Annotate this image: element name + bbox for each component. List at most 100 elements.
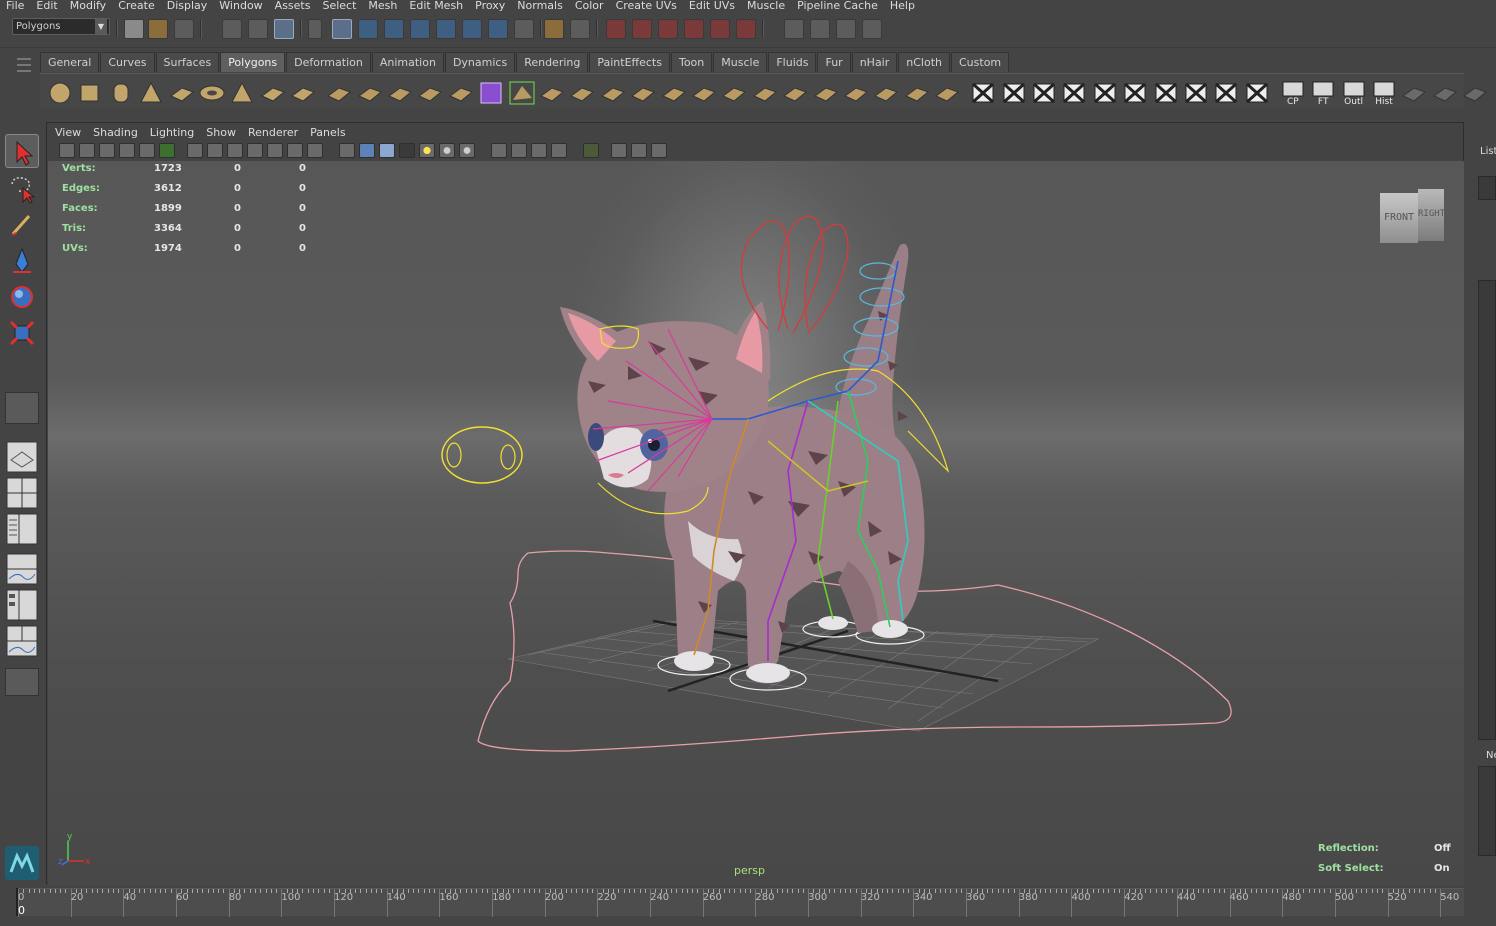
custom-layout-dropdown[interactable] <box>5 668 39 696</box>
uv-texture-editor-icon[interactable] <box>1091 80 1119 106</box>
depth-of-field-icon[interactable] <box>531 143 547 158</box>
menu-edit-mesh[interactable]: Edit Mesh <box>403 0 469 12</box>
resolution-gate-icon[interactable] <box>227 143 243 158</box>
fill-hole-icon[interactable] <box>903 80 931 106</box>
menu-window[interactable]: Window <box>213 0 268 12</box>
field-chart-icon[interactable] <box>267 143 283 158</box>
smooth-mesh-icon[interactable] <box>416 80 444 106</box>
extract-icon[interactable] <box>386 80 414 106</box>
menu-create[interactable]: Create <box>112 0 161 12</box>
time-slider-track[interactable]: 0 20 40 60 80 100 120 140 160 180 200 220 240 260 280 3… <box>16 888 1464 917</box>
wireframe-on-shaded-icon[interactable] <box>379 143 395 158</box>
shelf-tab-muscle[interactable]: Muscle <box>713 52 768 72</box>
bevel-icon[interactable] <box>629 80 657 106</box>
panel-menu-view[interactable]: View <box>51 126 89 139</box>
planar-mapping-icon[interactable] <box>969 80 997 106</box>
make-live-icon[interactable] <box>710 19 730 39</box>
multisample-aa-icon[interactable] <box>511 143 527 158</box>
panel-menu-show[interactable]: Show <box>202 126 244 139</box>
channel-box-list-label[interactable]: List <box>1480 146 1496 157</box>
cp-icon[interactable]: CP <box>1279 80 1307 107</box>
highlight-selection-icon[interactable] <box>570 19 590 39</box>
poly-plane-icon[interactable] <box>168 80 196 106</box>
screen-space-ao-icon[interactable] <box>459 143 475 158</box>
snap-to-view-plane-icon[interactable] <box>684 19 704 39</box>
outl-icon[interactable]: Outl <box>1340 80 1368 107</box>
grease-pencil-icon[interactable] <box>159 143 175 158</box>
magnet-icon[interactable] <box>736 19 756 39</box>
mask-dropdown-icon[interactable] <box>308 19 322 39</box>
menu-normals[interactable]: Normals <box>511 0 569 12</box>
panel-menu-panels[interactable]: Panels <box>306 126 353 139</box>
menu-edit[interactable]: Edit <box>30 0 63 12</box>
select-by-dynamics-icon[interactable] <box>462 19 482 39</box>
hypershade-persp-layout-icon[interactable] <box>5 588 39 622</box>
lasso-tool-icon[interactable] <box>5 172 39 206</box>
split-polygon-icon[interactable] <box>477 80 505 106</box>
menu-select[interactable]: Select <box>316 0 362 12</box>
smooth-shade-icon[interactable] <box>359 143 375 158</box>
select-component-icon[interactable] <box>274 19 294 39</box>
shelf-tab-deformation[interactable]: Deformation <box>286 52 371 72</box>
camera-select-icon[interactable] <box>59 143 75 158</box>
render-current-frame-icon[interactable] <box>810 19 830 39</box>
shelf-tab-curves[interactable]: Curves <box>100 52 155 72</box>
triangulate-icon[interactable] <box>842 80 870 106</box>
select-by-handle-icon[interactable] <box>332 19 352 39</box>
safe-action-icon[interactable] <box>287 143 303 158</box>
insert-edge-loop-icon[interactable] <box>508 80 536 106</box>
snap-to-point-icon[interactable] <box>658 19 678 39</box>
shelf-tab-ncloth[interactable]: nCloth <box>898 52 950 72</box>
shelf-tab-dynamics[interactable]: Dynamics <box>444 52 516 72</box>
menu-muscle[interactable]: Muscle <box>741 0 791 12</box>
open-scene-icon[interactable] <box>148 19 168 39</box>
menu-assets[interactable]: Assets <box>269 0 317 12</box>
ipr-render-icon[interactable] <box>836 19 856 39</box>
wedge-icon[interactable] <box>690 80 718 106</box>
shadows-icon[interactable] <box>439 143 455 158</box>
gate-mask-icon[interactable] <box>247 143 263 158</box>
poly-pipe-icon[interactable] <box>259 80 287 106</box>
isolate-select-icon[interactable] <box>551 143 567 158</box>
last-tool-slot[interactable] <box>5 392 39 424</box>
poly-cube-icon[interactable] <box>76 80 104 106</box>
poly-pyramid-icon[interactable] <box>228 80 256 106</box>
menu-pipeline-cache[interactable]: Pipeline Cache <box>791 0 884 12</box>
poke-icon[interactable] <box>720 80 748 106</box>
select-by-curve-icon[interactable] <box>384 19 404 39</box>
multi-cut-icon[interactable] <box>1461 80 1489 106</box>
grid-toggle-icon[interactable] <box>187 143 203 158</box>
single-perspective-layout-icon[interactable] <box>5 440 39 474</box>
chevron-down-icon[interactable]: ▼ <box>95 19 107 34</box>
poly-cylinder-icon[interactable] <box>107 80 135 106</box>
bridge-icon[interactable] <box>599 80 627 106</box>
shelf-tab-fluids[interactable]: Fluids <box>768 52 817 72</box>
channel-box-field[interactable] <box>1478 176 1496 200</box>
select-by-surface-icon[interactable] <box>410 19 430 39</box>
help-question-icon[interactable] <box>514 19 534 39</box>
panel-menu-lighting[interactable]: Lighting <box>146 126 202 139</box>
poly-cone-icon[interactable] <box>137 80 165 106</box>
poly-soccer-ball-icon[interactable] <box>289 80 317 106</box>
panel-menu-renderer[interactable]: Renderer <box>244 126 306 139</box>
menu-proxy[interactable]: Proxy <box>469 0 511 12</box>
poly-sphere-icon[interactable] <box>46 80 74 106</box>
snap-to-curve-icon[interactable] <box>632 19 652 39</box>
combine-icon[interactable] <box>325 80 353 106</box>
camera-attributes-icon[interactable] <box>79 143 95 158</box>
select-by-rendering-icon[interactable] <box>488 19 508 39</box>
checker-cut-icon[interactable] <box>1121 80 1149 106</box>
time-slider[interactable]: 0 20 40 60 80 100 120 140 160 180 200 220 240 260 280 3… <box>0 886 1496 926</box>
select-hierarchy-icon[interactable] <box>222 19 242 39</box>
scale-tool-icon[interactable] <box>5 316 39 350</box>
lock-selection-icon[interactable] <box>544 19 564 39</box>
xray-icon[interactable] <box>583 143 599 158</box>
mirror-geometry-icon[interactable] <box>933 80 961 106</box>
paint-select-tool-icon[interactable] <box>5 208 39 242</box>
use-all-lights-icon[interactable] <box>419 143 435 158</box>
wireframe-icon[interactable] <box>339 143 355 158</box>
menu-edit-uvs[interactable]: Edit UVs <box>683 0 741 12</box>
shelf-tab-fur[interactable]: Fur <box>817 52 851 72</box>
shelf-tab-general[interactable]: General <box>40 52 100 72</box>
motion-blur-icon[interactable] <box>491 143 507 158</box>
